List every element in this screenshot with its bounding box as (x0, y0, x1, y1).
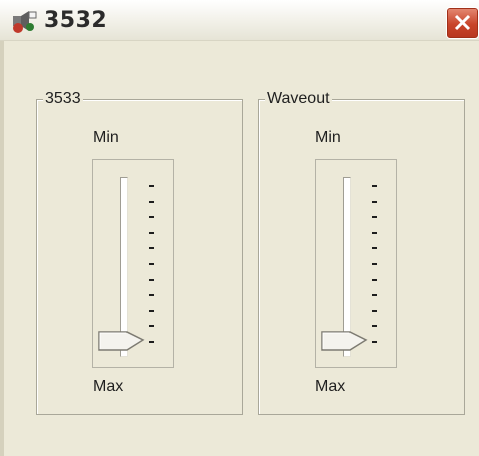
max-label: Max (93, 378, 124, 395)
slider-tick (149, 231, 154, 234)
group-3533: 3533 Min Max (36, 90, 243, 415)
slider-thumb[interactable] (320, 326, 370, 354)
slider-tick (149, 247, 154, 250)
slider-tick (372, 185, 377, 187)
group-label: Waveout (265, 90, 332, 108)
slider-tick (149, 185, 154, 187)
slider-tick (372, 247, 377, 250)
slider-tick (372, 231, 377, 234)
slider-tick (372, 309, 377, 312)
volume-slider-3533[interactable] (92, 159, 174, 368)
slider-tick (372, 294, 377, 297)
slider-tick (149, 263, 154, 265)
slider-tick (149, 294, 154, 297)
speaker-app-icon[interactable] (11, 10, 37, 34)
close-button[interactable] (446, 7, 479, 39)
min-label: Min (93, 129, 119, 146)
window-left-border (0, 41, 4, 456)
slider-tick (372, 278, 377, 281)
slider-tick (372, 216, 377, 219)
slider-tick (372, 341, 377, 343)
slider-tick (372, 325, 377, 328)
slider-thumb[interactable] (97, 326, 147, 354)
slider-tick (372, 263, 377, 265)
window-title: 3532 (44, 8, 108, 33)
slider-tick (149, 216, 154, 219)
slider-tick (372, 200, 377, 203)
min-label: Min (315, 129, 341, 146)
max-label: Max (315, 378, 346, 395)
volume-slider-waveout[interactable] (315, 159, 397, 368)
slider-tick (149, 325, 154, 328)
group-label: 3533 (43, 90, 83, 108)
slider-tick (149, 278, 154, 281)
slider-tick (149, 200, 154, 203)
title-bar[interactable]: 3532 (0, 0, 479, 41)
volume-window: 3532 3533 Min Max Waveout Min Max (0, 0, 479, 456)
group-waveout: Waveout Min Max (258, 90, 465, 415)
slider-tick (149, 341, 154, 343)
close-x-icon (454, 14, 471, 31)
slider-tick (149, 309, 154, 312)
